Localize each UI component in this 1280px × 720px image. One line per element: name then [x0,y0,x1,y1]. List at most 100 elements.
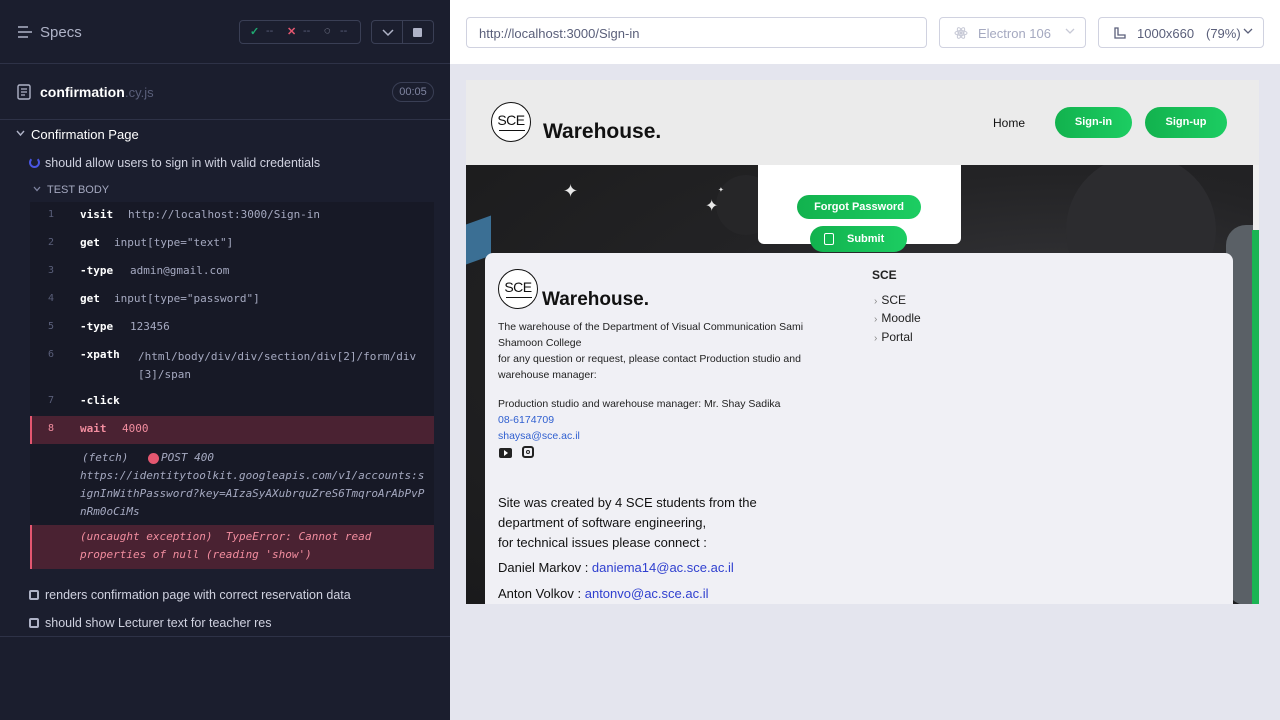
fetch-status: POST 400 [161,451,214,464]
instagram-icon[interactable] [522,446,534,458]
suite-title[interactable]: Confirmation Page [31,127,139,142]
specs-header: Specs ✓ -- ✕ -- ◌ -- [0,0,450,64]
command-log: 1 visit http://localhost:3000/Sign-in 2 … [30,202,434,569]
command-row[interactable]: 3 -type admin@gmail.com [30,258,434,286]
star-icon: ✦ [563,181,579,201]
command-number: 6 [48,349,55,360]
command-number: 7 [48,395,55,406]
footer-link-portal[interactable]: › Portal [874,330,913,344]
fetch-label: (fetch) [82,451,129,464]
footer-brand: Warehouse. [542,289,649,310]
command-row[interactable]: 4 get input[type="password"] [30,286,434,314]
command-row[interactable]: 2 get input[type="text"] [30,230,434,258]
command-row[interactable]: 1 visit http://localhost:3000/Sign-in [30,202,434,230]
chevron-down-icon[interactable] [33,186,41,192]
footer-email-link[interactable]: shaysa@sce.ac.il [498,430,580,442]
pending-checkbox-icon [29,618,39,628]
logo-text: SCE [497,112,525,128]
forgot-password-button[interactable]: Forgot Password [797,195,921,219]
pending-icon: ◌ [324,25,331,37]
submit-label: Submit [847,233,885,245]
youtube-icon[interactable] [499,448,512,458]
test-stats: ✓ -- ✕ -- ◌ -- [239,20,361,44]
chevron-right-icon: › [874,296,878,307]
command-number: 5 [48,321,55,332]
fetch-url: https://identitytoolkit.googleapis.com/v… [80,469,425,518]
star-icon: ✦ [705,198,719,215]
command-row[interactable]: 5 -type 123456 [30,314,434,342]
error-dot-icon [148,453,159,464]
command-row-failed[interactable]: 8 wait 4000 [30,416,434,444]
check-icon: ✓ [250,26,260,38]
signup-button[interactable]: Sign-up [1145,107,1227,138]
test-title-active[interactable]: should allow users to sign in with valid… [45,156,320,170]
spec-file-name: confirmation [40,84,125,100]
submit-button[interactable]: Submit [810,226,907,252]
command-number: 4 [48,293,55,304]
command-number: 2 [48,237,55,248]
signin-button[interactable]: Sign-in [1055,107,1132,138]
duration-badge: 00:05 [392,82,434,102]
footer-developer: Daniel Markov : daniema14@ac.sce.ac.il [498,560,734,575]
browser-name: Electron 106 [978,26,1051,41]
brand-title[interactable]: Warehouse. [543,120,661,144]
form-icon [824,233,834,245]
viewport-size: 1000x660 [1137,26,1195,41]
link-label: SCE [881,293,907,307]
star-icon: ✦ [718,187,724,194]
chevron-right-icon: › [874,333,878,344]
running-spinner-icon [29,157,40,168]
nav-home-link[interactable]: Home [993,116,1025,130]
passed-count: -- [266,25,274,37]
chevron-down-icon [1065,28,1075,34]
stop-button[interactable] [403,20,434,44]
command-arg: 4000 [122,422,149,435]
developer-email-link[interactable]: daniema14@ac.sce.ac.il [592,560,734,575]
failed-count: -- [303,25,311,37]
aut-panel: http://localhost:3000/Sign-in Electron 1… [450,0,1280,720]
spec-file-header: confirmation .cy.js 00:05 [0,64,450,120]
scroll-indicator [1252,230,1259,604]
browser-toolbar: http://localhost:3000/Sign-in Electron 1… [450,0,1280,64]
stop-icon [413,28,422,37]
document-icon [17,84,31,100]
exception-label: (uncaught exception) [80,530,213,543]
url-bar[interactable]: http://localhost:3000/Sign-in [466,17,927,48]
chevron-down-icon[interactable] [16,130,25,137]
command-number: 8 [48,423,55,434]
command-name: -xpath [80,348,120,361]
exception-text: (uncaught exception) TypeError: Cannot r… [80,528,420,564]
command-arg: 123456 [130,320,170,333]
menu-icon[interactable] [17,25,33,39]
command-row[interactable]: 7 -click [30,388,434,416]
runner-panel: Specs ✓ -- ✕ -- ◌ -- confirmation .cy.js… [0,0,450,720]
command-arg: input[type="text"] [114,236,234,249]
test-title: should show Lecturer text for teacher re… [45,616,272,630]
fetch-log-entry[interactable]: (fetch) POST 400 https://identitytoolkit… [30,446,434,524]
command-name: get [80,292,100,305]
uncaught-exception-entry[interactable]: (uncaught exception) TypeError: Cannot r… [30,525,434,569]
command-name: -type [80,264,114,277]
chevron-down-icon [1243,28,1253,34]
specs-label[interactable]: Specs [40,24,82,41]
footer-link-sce[interactable]: › SCE [874,293,906,307]
command-name: visit [80,208,114,221]
browser-selector[interactable]: Electron 106 [939,17,1086,48]
footer-link-moodle[interactable]: › Moodle [874,311,921,325]
footer-credit: Site was created by 4 SCE students from … [498,495,757,550]
sce-logo: SCE [498,269,538,309]
logo-bar [499,130,525,131]
developer-name: Anton Volkov : [498,586,585,601]
footer-phone-link[interactable]: 08-6174709 [498,414,554,426]
chevron-down-icon [382,29,394,37]
sce-logo[interactable]: SCE [491,102,531,142]
expand-button[interactable] [371,20,403,44]
viewport-selector[interactable]: 1000x660 (79%) [1098,17,1264,48]
command-arg: http://localhost:3000/Sign-in [128,208,321,221]
developer-email-link[interactable]: antonvo@ac.sce.ac.il [585,586,709,601]
command-row[interactable]: 6 -xpath /html/body/div/div/section/div[… [30,342,434,388]
app-frame: SCE Warehouse. Home Sign-in Sign-up ✦ ✦ … [466,80,1259,604]
command-number: 3 [48,265,55,276]
electron-icon [954,27,968,39]
footer-description: The warehouse of the Department of Visua… [498,321,804,381]
